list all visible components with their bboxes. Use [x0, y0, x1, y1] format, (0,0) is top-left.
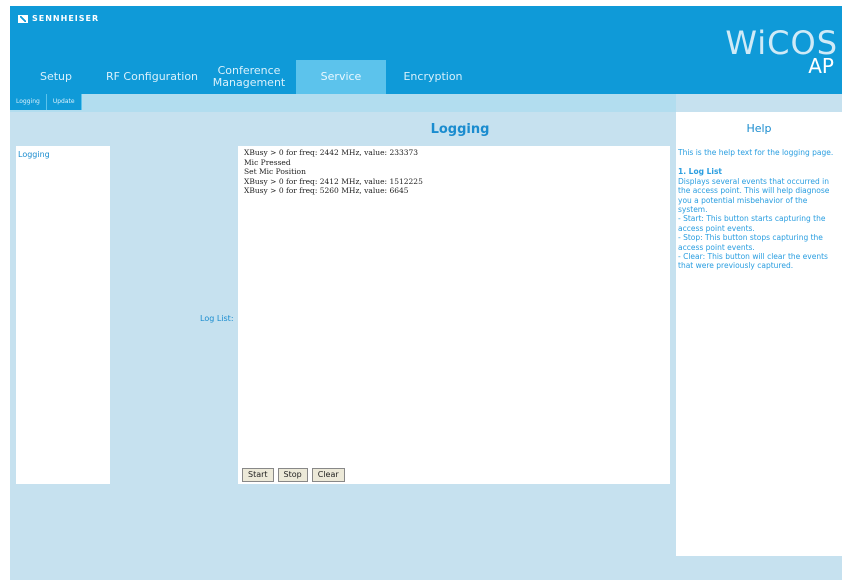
- start-button[interactable]: Start: [242, 468, 274, 482]
- help-bullet-stop: - Stop: This button stops capturing the …: [678, 233, 823, 252]
- log-buttons: Start Stop Clear: [242, 468, 345, 482]
- nav-service[interactable]: Service: [296, 60, 386, 94]
- page-title: Logging: [430, 122, 490, 137]
- nav-setup[interactable]: Setup: [10, 60, 102, 94]
- clear-button[interactable]: Clear: [311, 468, 345, 482]
- logo-text: SENNHEISER: [32, 14, 100, 23]
- log-line: Set Mic Position: [244, 167, 306, 177]
- log-list-label: Log List:: [200, 314, 234, 323]
- log-line: XBusy > 0 for freq: 2442 MHz, value: 233…: [244, 148, 419, 157]
- help-bullet-start: - Start: This button starts capturing th…: [678, 214, 826, 233]
- left-menu-item-logging[interactable]: Logging: [18, 150, 50, 159]
- stop-button[interactable]: Stop: [277, 468, 308, 482]
- help-body: This is the help text for the logging pa…: [678, 148, 836, 271]
- log-line: Mic Pressed: [244, 157, 291, 167]
- nav-encryption[interactable]: Encryption: [386, 60, 480, 94]
- help-bullet-clear: - Clear: This button will clear the even…: [678, 252, 828, 271]
- help-title: Help: [746, 122, 772, 135]
- sennheiser-logo: SENNHEISER: [18, 14, 99, 23]
- left-menu: Logging: [16, 146, 110, 484]
- log-line: XBusy > 0 for freq: 5260 MHz, value: 664…: [244, 186, 409, 196]
- sennheiser-logo-icon: [18, 14, 28, 23]
- window: SENNHEISER WiCOS AP Setup RF Configurati…: [0, 0, 842, 580]
- help-section-text: Displays several events that occurred in…: [678, 176, 830, 215]
- nav-rf-configuration[interactable]: RF Configuration: [102, 60, 202, 94]
- sub-tabs: Logging Update: [10, 94, 82, 110]
- nav-conference-management[interactable]: Conference Management: [202, 60, 296, 94]
- log-lines: XBusy > 0 for freq: 2442 MHz, value: 233…: [244, 148, 423, 196]
- log-list-textarea[interactable]: XBusy > 0 for freq: 2442 MHz, value: 233…: [238, 146, 670, 484]
- help-panel: Help This is the help text for the loggi…: [676, 112, 842, 556]
- log-line: XBusy > 0 for freq: 2412 MHz, value: 151…: [244, 176, 423, 186]
- help-section-title: 1. Log List: [678, 167, 722, 177]
- subtab-update[interactable]: Update: [47, 94, 82, 110]
- sub-nav-bar: Logging Update: [10, 94, 676, 112]
- brand-subtitle: AP: [808, 54, 834, 78]
- subtab-logging[interactable]: Logging: [10, 94, 47, 110]
- help-intro: This is the help text for the logging pa…: [678, 148, 834, 157]
- main-nav: Setup RF Configuration Conference Manage…: [10, 60, 480, 94]
- header-bar: SENNHEISER WiCOS AP Setup RF Configurati…: [10, 6, 842, 94]
